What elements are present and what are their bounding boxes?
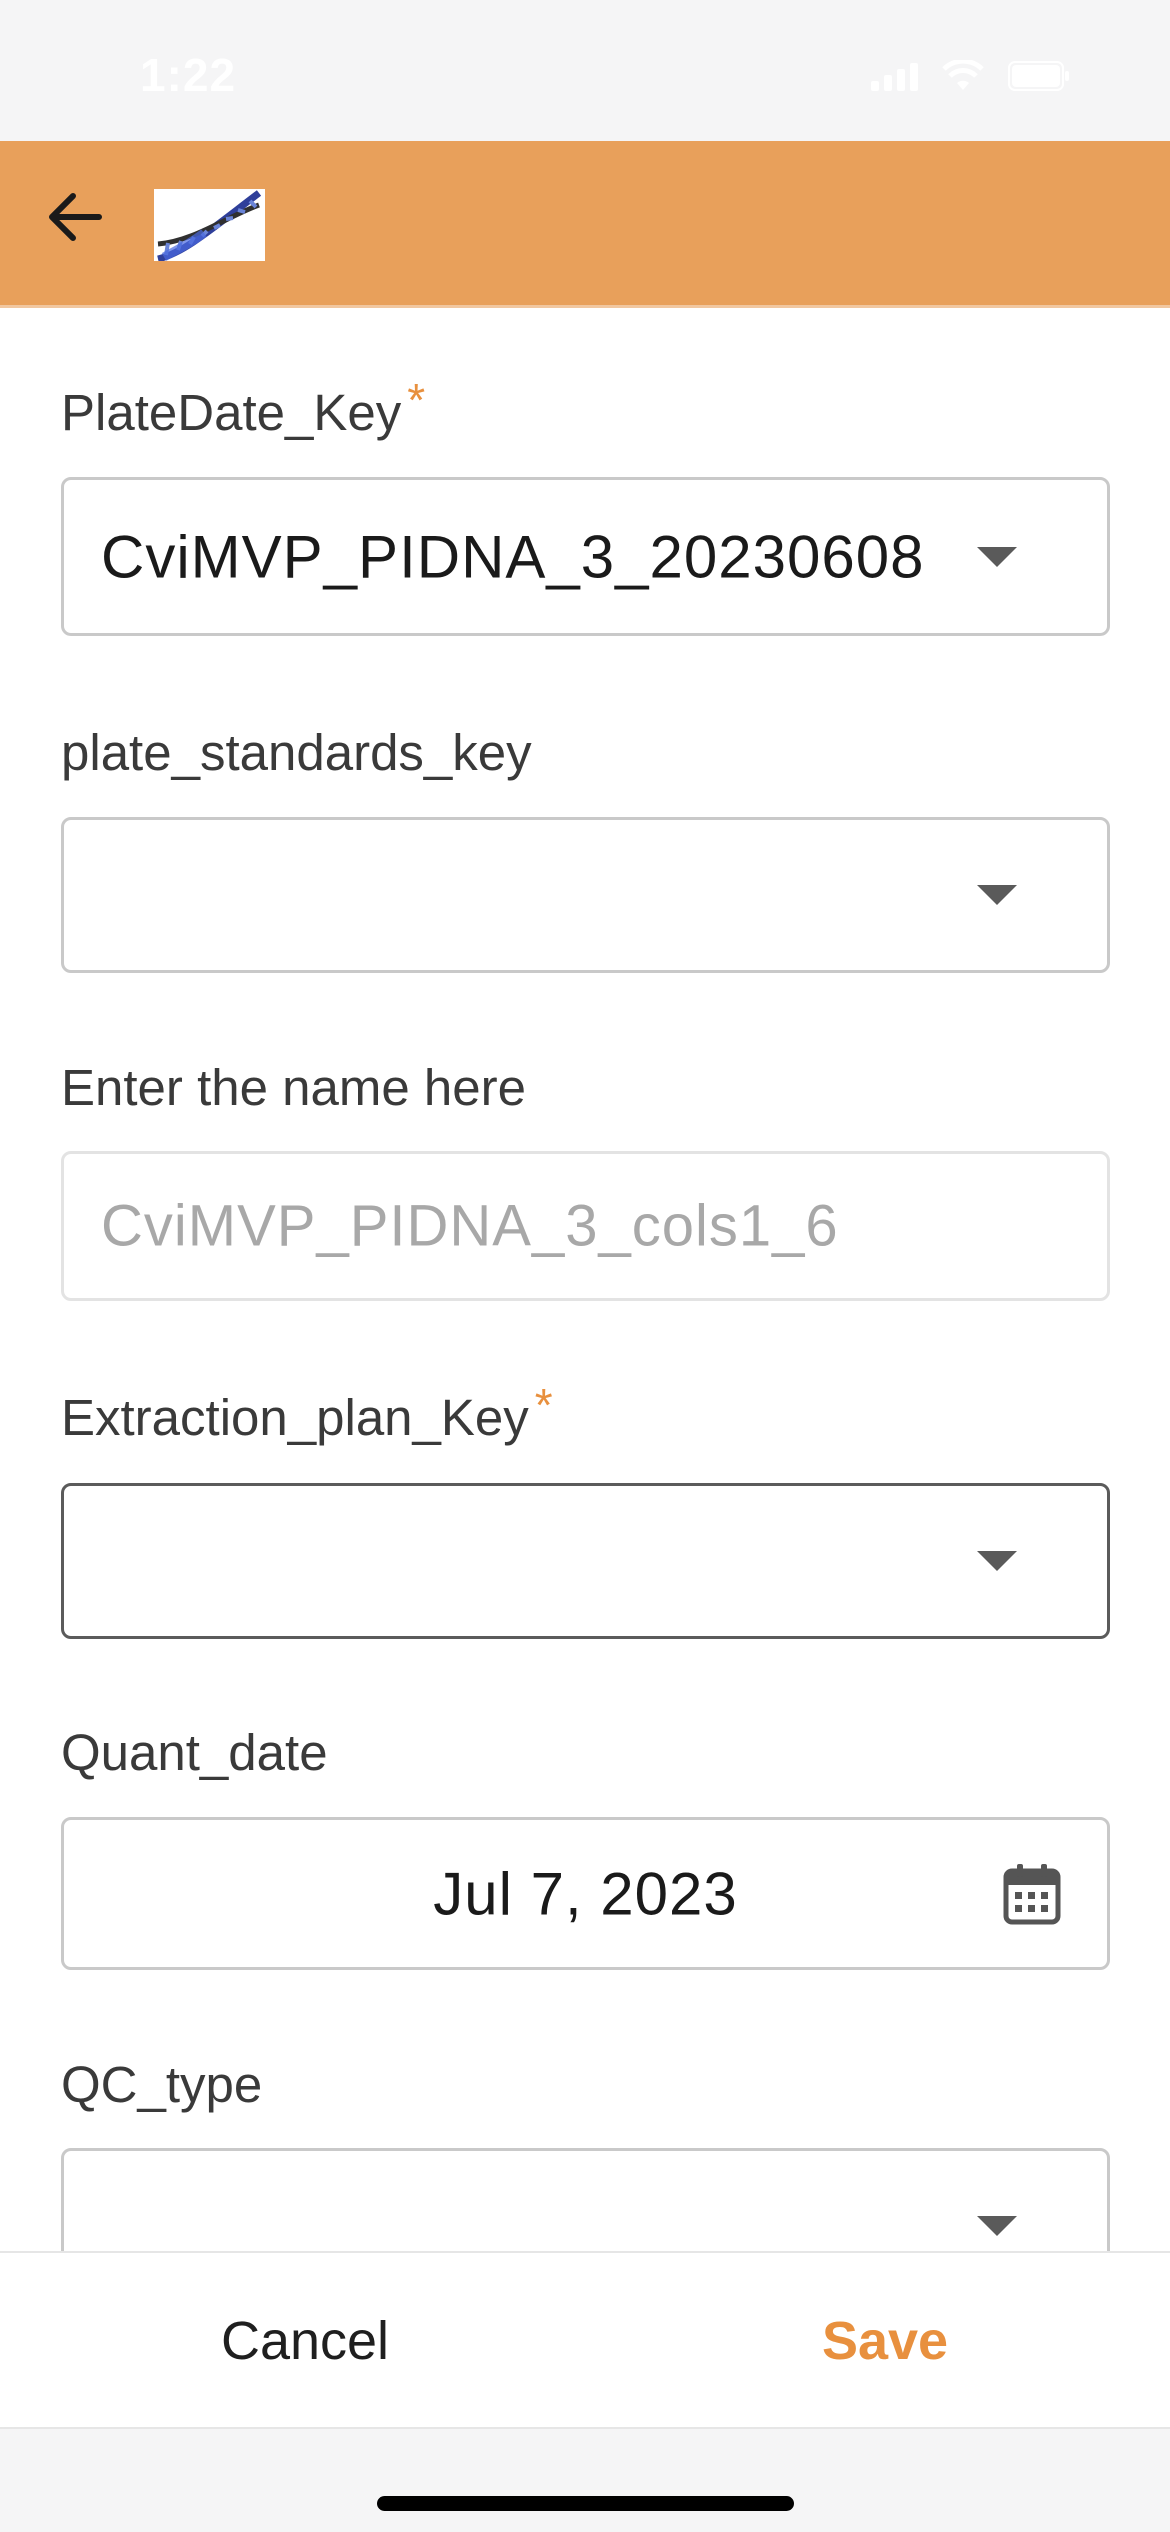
- status-time: 1:22: [140, 49, 237, 101]
- plate-date-key-value: CviMVP_PIDNA_3_20230608: [101, 523, 925, 590]
- caret-down-icon: [977, 885, 1017, 905]
- plate-date-key-label: PlateDate_Key *: [61, 374, 426, 441]
- plate-standards-key-dropdown[interactable]: [61, 817, 1110, 973]
- caret-down-icon: [977, 2216, 1017, 2236]
- plate-standards-key-label: plate_standards_key: [61, 724, 532, 781]
- wifi-icon: [942, 60, 984, 92]
- qc-type-label: QC_type: [61, 2056, 263, 2113]
- back-button[interactable]: [36, 179, 112, 255]
- dna-logo: [154, 189, 265, 261]
- arrow-left-icon: [49, 193, 102, 241]
- name-field[interactable]: CviMVP_PIDNA_3_cols1_6: [61, 1151, 1110, 1301]
- bottom-action-bar: Cancel Save: [0, 2251, 1170, 2427]
- cellular-signal-icon: [871, 61, 918, 91]
- save-button[interactable]: Save: [720, 2291, 1050, 2391]
- home-indicator-area: [0, 2427, 1170, 2532]
- name-label: Enter the name here: [61, 1059, 526, 1116]
- quant-date-picker[interactable]: Jul 7, 2023: [61, 1817, 1110, 1970]
- status-icons: [871, 60, 1070, 92]
- calendar-icon[interactable]: [1003, 1863, 1061, 1925]
- qc-type-dropdown[interactable]: [61, 2148, 1110, 2251]
- home-indicator[interactable]: [377, 2496, 794, 2511]
- app-bar: [0, 141, 1170, 308]
- battery-icon: [1008, 61, 1070, 91]
- extraction-plan-key-label: Extraction_plan_Key *: [61, 1379, 553, 1446]
- quant-date-label: Quant_date: [61, 1724, 328, 1781]
- required-asterisk: *: [407, 374, 426, 426]
- form-container: PlateDate_Key * CviMVP_PIDNA_3_20230608 p…: [0, 308, 1170, 2251]
- cancel-button[interactable]: Cancel: [140, 2291, 470, 2391]
- caret-down-icon: [977, 1551, 1017, 1571]
- name-value: CviMVP_PIDNA_3_cols1_6: [101, 1193, 839, 1259]
- plate-date-key-dropdown[interactable]: CviMVP_PIDNA_3_20230608: [61, 477, 1110, 636]
- caret-down-icon: [977, 546, 1017, 567]
- status-bar: 1:22: [0, 0, 1170, 141]
- extraction-plan-key-dropdown[interactable]: [61, 1483, 1110, 1639]
- quant-date-value: Jul 7, 2023: [433, 1860, 738, 1927]
- required-asterisk: *: [534, 1379, 553, 1431]
